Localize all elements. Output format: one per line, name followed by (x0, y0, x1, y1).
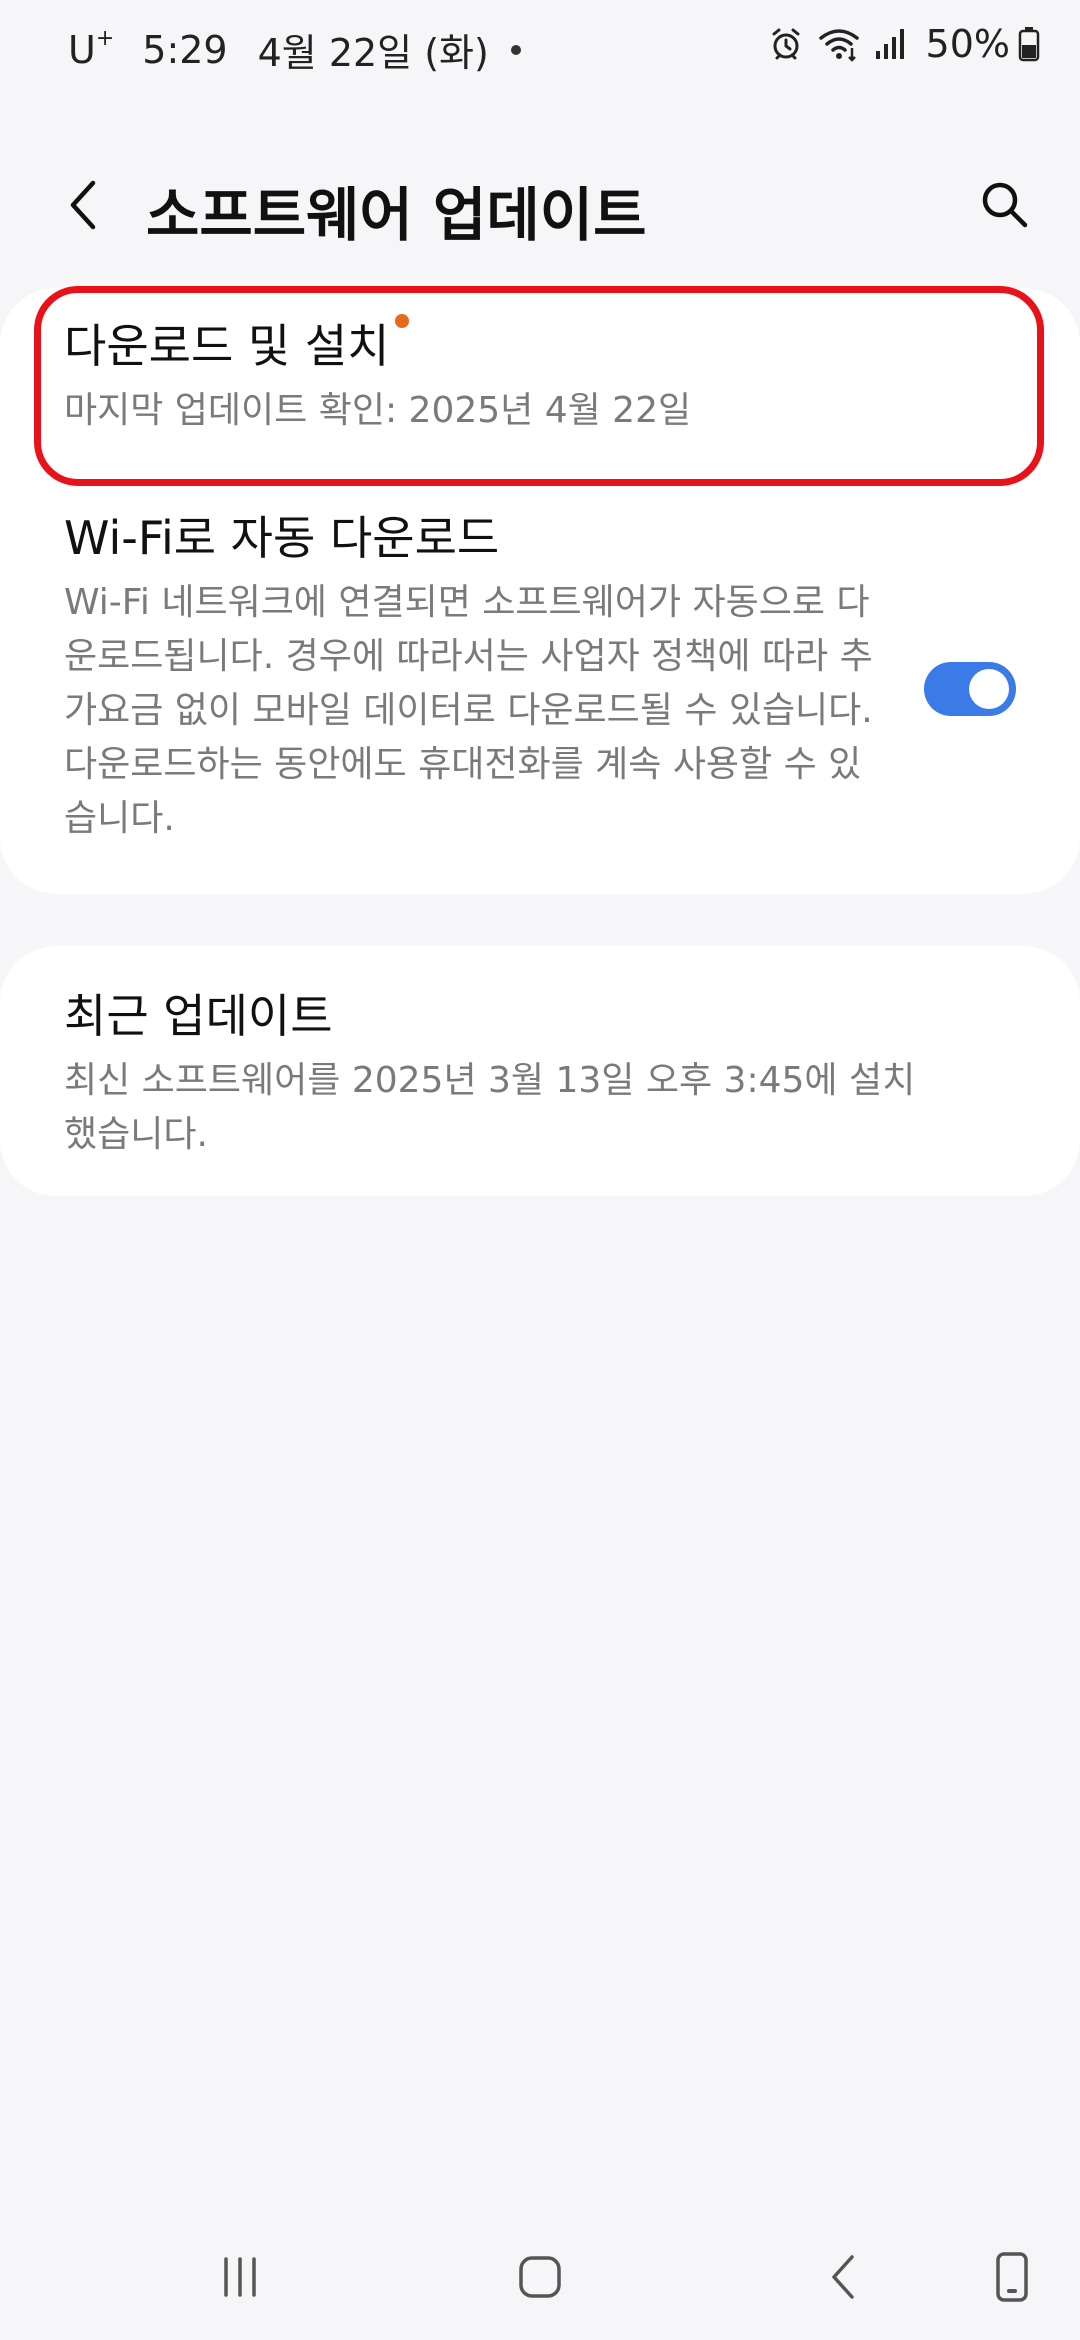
battery-percent: 50% (925, 22, 1010, 66)
status-time: 5:29 (142, 27, 228, 72)
battery-icon (1018, 26, 1040, 62)
status-bar: U+ 5:29 4월 22일 (화) 50% (0, 0, 1080, 100)
wifi-auto-download-item[interactable]: Wi-Fi로 자동 다운로드 Wi-Fi 네트워크에 연결되면 소프트웨어가 자… (64, 510, 884, 846)
home-icon (519, 2256, 561, 2298)
phone-button[interactable] (972, 2242, 1052, 2312)
wifi-auto-download-title: Wi-Fi로 자동 다운로드 (64, 511, 500, 565)
recent-apps-button[interactable] (200, 2242, 280, 2312)
notification-dot-icon (510, 44, 521, 55)
search-button[interactable] (970, 170, 1040, 240)
home-button[interactable] (500, 2242, 580, 2312)
status-date: 4월 22일 (화) (257, 31, 489, 75)
wifi-icon (818, 26, 860, 62)
app-bar: 소프트웨어 업데이트 (0, 150, 1080, 260)
phone-icon (996, 2252, 1028, 2302)
toggle-knob (969, 669, 1009, 709)
wifi-auto-download-description: Wi-Fi 네트워크에 연결되면 소프트웨어가 자동으로 다운로드됩니다. 경우… (64, 582, 873, 839)
highlight-box (34, 286, 1044, 486)
chevron-left-icon (70, 180, 96, 230)
page-title: 소프트웨어 업데이트 (146, 181, 647, 249)
recent-update-title: 최근 업데이트 (64, 989, 333, 1043)
recent-update-card[interactable]: 최근 업데이트 최신 소프트웨어를 2025년 3월 13일 오후 3:45에 … (0, 946, 1080, 1196)
status-right: 50% (768, 22, 1040, 66)
alarm-icon (768, 26, 804, 62)
signal-icon (874, 27, 906, 61)
wifi-auto-download-toggle[interactable] (924, 662, 1016, 716)
navigation-bar (0, 2220, 1080, 2340)
recent-update-item[interactable]: 최근 업데이트 최신 소프트웨어를 2025년 3월 13일 오후 3:45에 … (64, 988, 944, 1162)
back-button[interactable] (48, 170, 118, 240)
recent-update-subtitle: 최신 소프트웨어를 2025년 3월 13일 오후 3:45에 설치했습니다. (64, 1060, 916, 1155)
status-left: U+ 5:29 4월 22일 (화) (68, 22, 521, 77)
search-icon (982, 182, 1028, 228)
recent-apps-icon (224, 2257, 256, 2297)
nav-back-button[interactable] (804, 2242, 884, 2312)
back-icon (832, 2255, 854, 2299)
carrier-label: U+ (68, 25, 115, 72)
